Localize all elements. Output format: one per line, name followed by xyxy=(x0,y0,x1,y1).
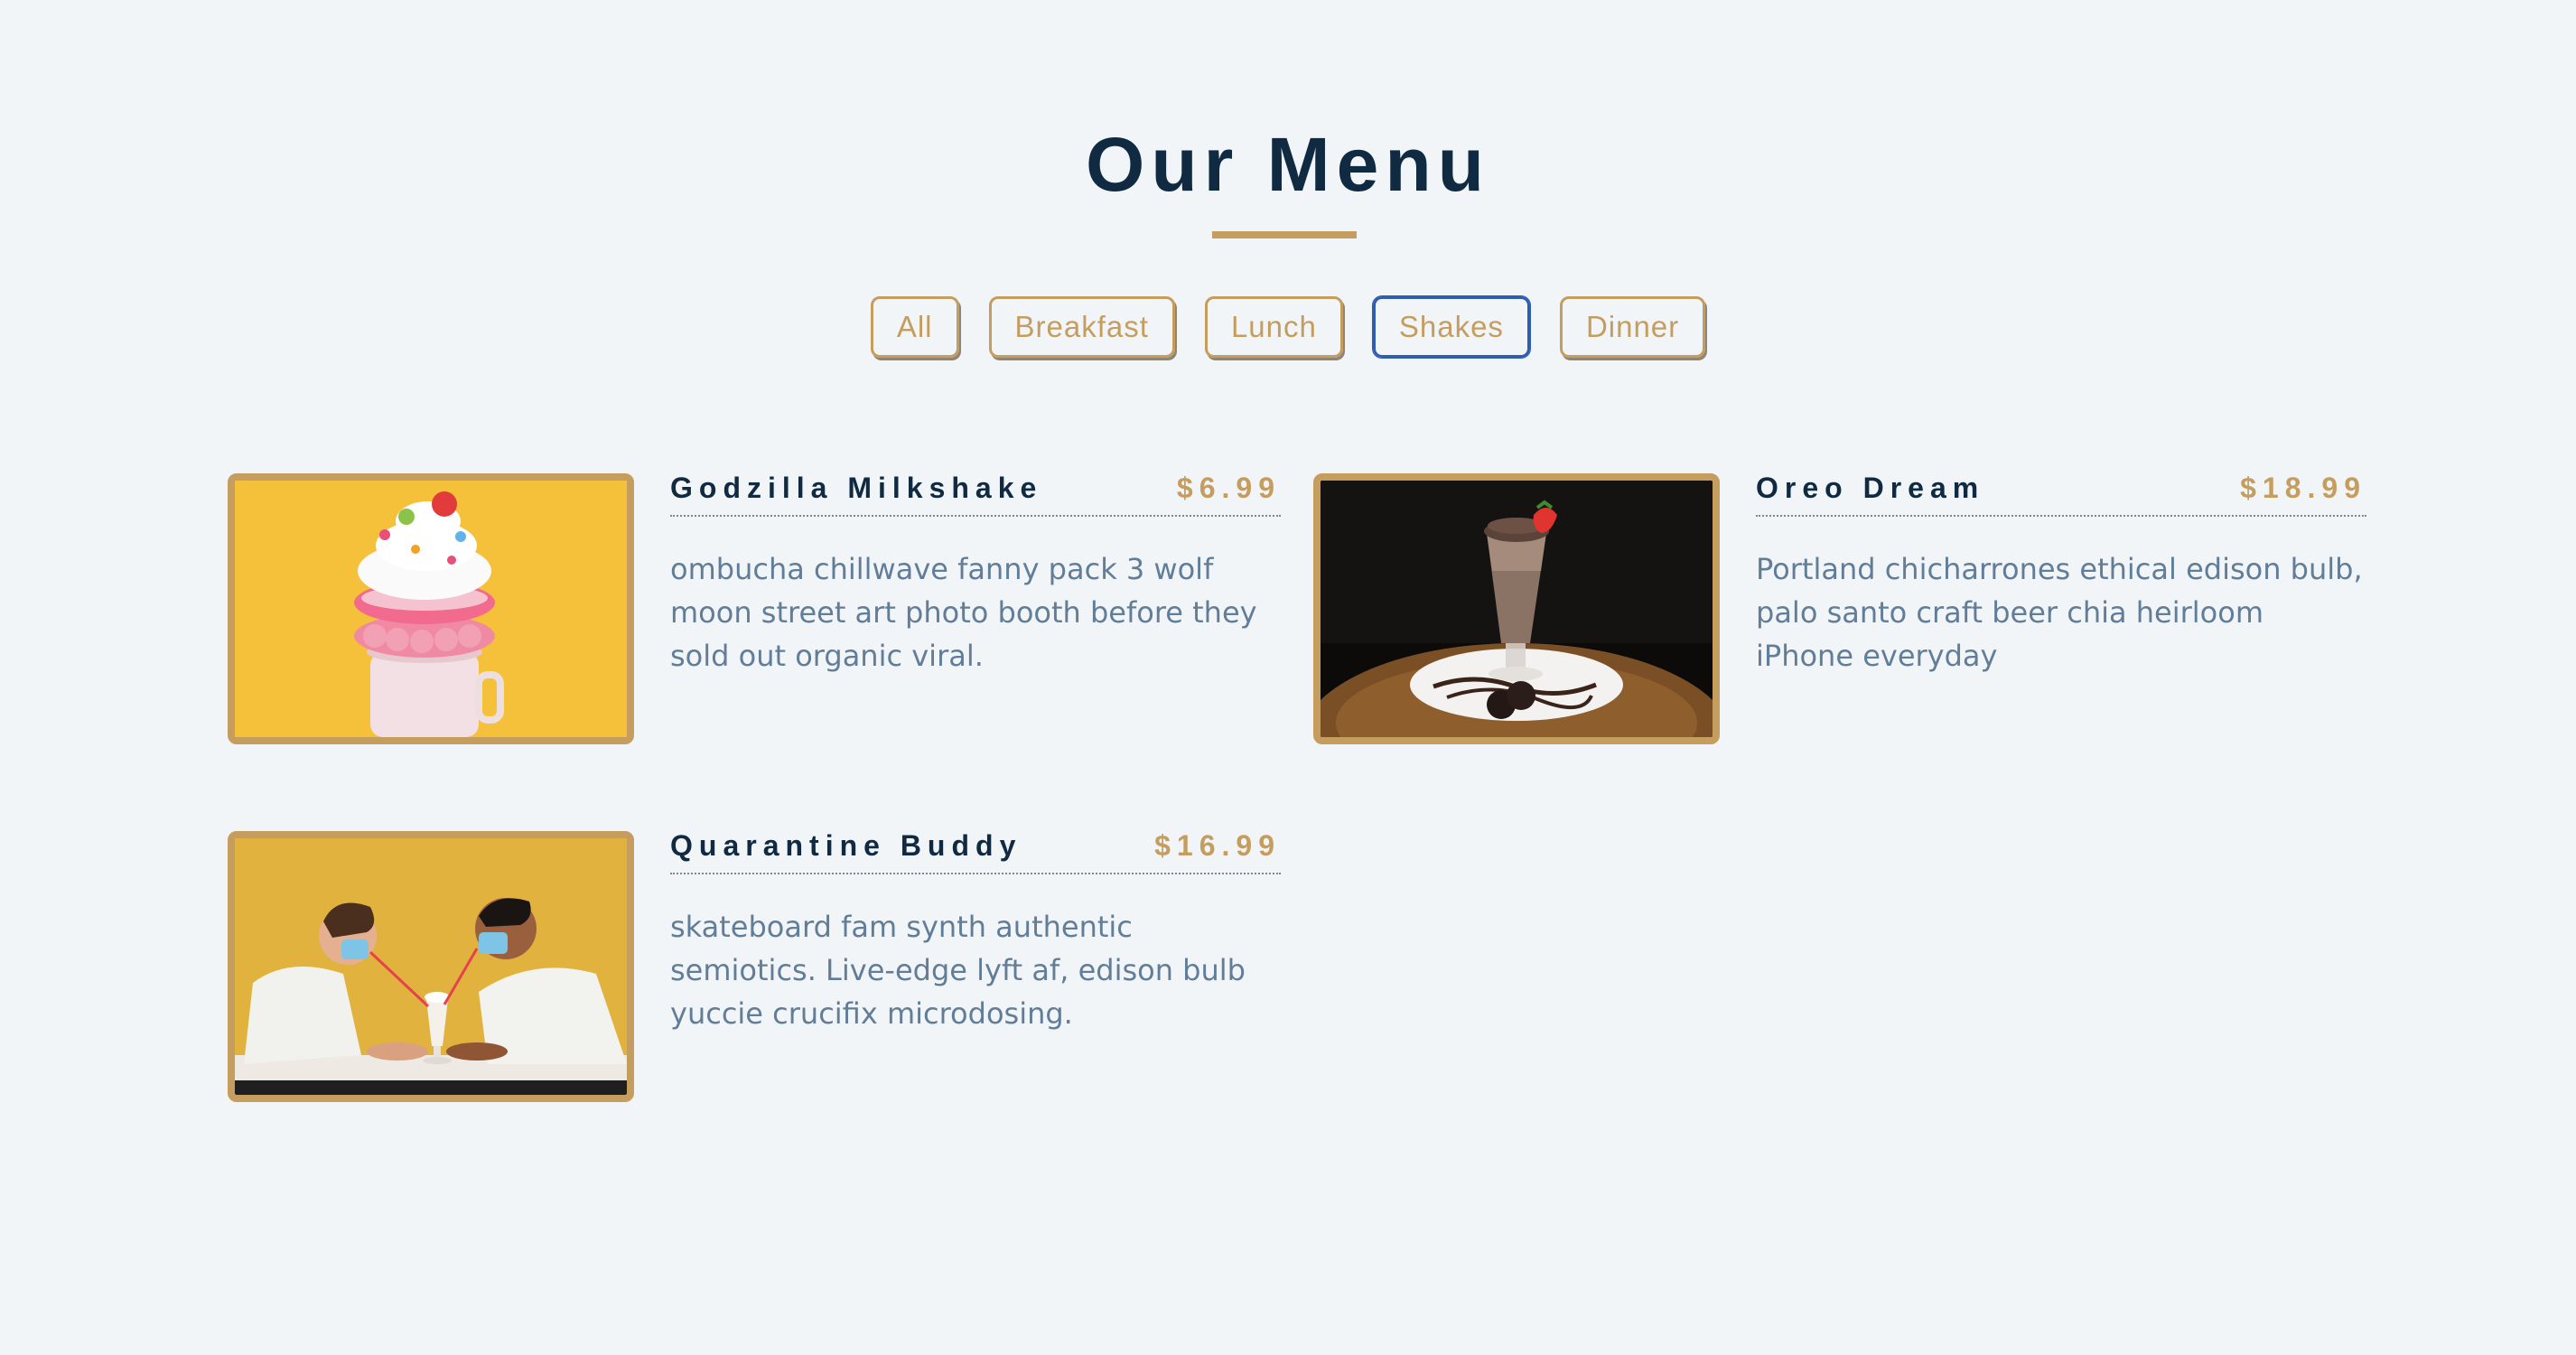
filter-button-all[interactable]: All xyxy=(870,296,959,358)
item-price: $18.99 xyxy=(2240,472,2366,504)
filter-bar: All Breakfast Lunch Shakes Dinner xyxy=(0,296,2576,358)
milkshake-donut-photo xyxy=(228,473,634,744)
menu-item: Godzilla Milkshake $6.99 ombucha chillwa… xyxy=(228,473,1281,744)
item-description: ombucha chillwave fanny pack 3 wolf moon… xyxy=(670,552,1257,673)
filter-button-breakfast[interactable]: Breakfast xyxy=(988,296,1175,358)
item-price: $16.99 xyxy=(1154,829,1281,862)
title-underline xyxy=(1212,231,1357,238)
menu-item: Quarantine Buddy $16.99 skateboard fam s… xyxy=(228,831,1281,1102)
filter-button-shakes[interactable]: Shakes xyxy=(1372,296,1530,358)
oreo-shake-photo xyxy=(1313,473,1720,744)
couple-sharing-shake-photo xyxy=(228,831,634,1102)
filter-button-dinner[interactable]: Dinner xyxy=(1559,296,1706,358)
page-title: Our Menu xyxy=(1086,122,1490,207)
item-name: Oreo Dream xyxy=(1756,472,1985,504)
item-name: Quarantine Buddy xyxy=(670,829,1022,862)
item-name: Godzilla Milkshake xyxy=(670,472,1043,504)
item-price: $6.99 xyxy=(1176,472,1281,504)
item-description: Portland chicharrones ethical edison bul… xyxy=(1756,552,2363,673)
filter-button-lunch[interactable]: Lunch xyxy=(1204,296,1343,358)
item-description: skateboard fam synth authentic semiotics… xyxy=(670,910,1246,1031)
menu-item: Oreo Dream $18.99 Portland chicharrones … xyxy=(1313,473,2366,744)
